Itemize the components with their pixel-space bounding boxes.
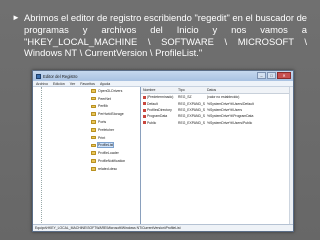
folder-icon: [91, 96, 96, 101]
tree-guide-lines: [41, 87, 89, 225]
value-name: Public: [141, 121, 176, 125]
value-data: %SystemDrive%\Users\Public: [207, 120, 253, 125]
menu-item-favoritos[interactable]: Favoritos: [80, 82, 95, 86]
menu-item-ver[interactable]: Ver: [70, 82, 75, 86]
column-header-type[interactable]: Tipo: [176, 88, 205, 92]
string-value-icon: [143, 121, 146, 125]
value-type: REG_SZ: [178, 95, 192, 100]
bullet-arrow-icon: ►: [12, 13, 20, 22]
window-title: Editor del Registro: [43, 73, 78, 79]
value-name-text: Public: [147, 120, 157, 125]
menu-item-ayuda[interactable]: Ayuda: [100, 82, 110, 86]
tree-item-label: ProfileLoader: [98, 151, 119, 156]
key-tree: OpenGLDrivers PeerNet Perflib PerHwIdStorag…: [33, 87, 141, 225]
tree-item-label: OpenGLDrivers: [98, 88, 123, 93]
string-value-icon: [143, 102, 146, 106]
folder-icon: [91, 159, 96, 163]
tree-item-label: Print: [98, 135, 106, 140]
title-bar[interactable]: Editor del Registro – □ ✕: [33, 71, 293, 81]
maximize-button[interactable]: □: [267, 72, 276, 79]
menu-item-edicion[interactable]: Edición: [53, 82, 65, 86]
vertical-scrollbar[interactable]: [289, 87, 293, 225]
status-bar: Equipo\HKEY_LOCAL_MACHINE\SOFTWARE\Micro…: [33, 224, 293, 231]
string-value-icon: [143, 108, 146, 112]
panes: OpenGLDrivers PeerNet Perflib PerHwIdStorag…: [33, 87, 293, 225]
window-controls: – □ ✕: [256, 72, 291, 79]
value-data: %SystemDrive%\Users\Default: [207, 101, 254, 106]
folder-icon: [91, 143, 96, 148]
minimize-button[interactable]: –: [257, 72, 266, 79]
folder-icon: [91, 167, 96, 171]
bullet-item: ► Abrimos el editor de registro escribie…: [12, 12, 312, 59]
regedit-app-icon: [36, 73, 41, 79]
string-value-icon: [143, 114, 146, 118]
folder-icon: [91, 112, 96, 117]
list-header: Nombre Tipo Datos: [141, 87, 293, 94]
tree-item-label: PeerNet: [98, 96, 111, 101]
tree-item-label: ProfileNotification: [98, 159, 126, 164]
folder-icon: [91, 135, 96, 140]
folder-icon: [91, 104, 96, 109]
tree-item-label: Prefetcher: [98, 127, 115, 132]
value-type: REG_EXPAND_SZ: [178, 107, 205, 112]
string-value-icon: [143, 95, 146, 99]
value-name: (Predeterminado): [141, 95, 176, 99]
value-data: (valor no establecido): [207, 95, 240, 100]
value-name-text: ProgramData: [147, 114, 168, 119]
tree-item-label: ProfileList: [96, 142, 115, 149]
value-data: %SystemDrive%\Users: [207, 107, 243, 112]
value-type: REG_EXPAND_SZ: [178, 114, 205, 119]
value-name-text: Default: [147, 101, 158, 106]
value-data: %SystemDrive%\ProgramData: [207, 114, 254, 119]
tree-item-label: Ports: [98, 120, 107, 125]
column-header-name[interactable]: Nombre: [141, 88, 176, 92]
folder-icon: [91, 128, 96, 132]
tree-item-label: Perflib: [98, 104, 108, 109]
folder-icon: [91, 120, 96, 124]
value-name: Default: [141, 102, 176, 106]
slide: ► Abrimos el editor de registro escribie…: [0, 0, 320, 240]
tree-item-label: PerHwIdStorage: [98, 112, 124, 117]
value-row[interactable]: Public REG_EXPAND_SZ %SystemDrive%\Users\P…: [141, 120, 293, 126]
value-name-text: (Predeterminado): [147, 95, 174, 100]
folder-icon: [91, 89, 96, 93]
value-type: REG_EXPAND_SZ: [178, 101, 205, 106]
value-name: ProgramData: [141, 114, 176, 118]
tree-item-label: related.desc: [98, 166, 118, 171]
folder-icon: [91, 151, 96, 156]
registry-editor-window: Editor del Registro – □ ✕ Archivo Edició…: [32, 70, 294, 232]
value-name-text: ProfilesDirectory: [147, 107, 172, 112]
close-button[interactable]: ✕: [277, 72, 291, 79]
values-list: Nombre Tipo Datos (Predeterminado) REG_SZ…: [141, 87, 293, 225]
column-header-data[interactable]: Datos: [205, 88, 285, 92]
value-type: REG_EXPAND_SZ: [178, 120, 205, 125]
value-name: ProfilesDirectory: [141, 108, 176, 112]
bullet-text: Abrimos el editor de registro escribiend…: [24, 12, 307, 59]
menu-item-archivo[interactable]: Archivo: [36, 82, 48, 86]
